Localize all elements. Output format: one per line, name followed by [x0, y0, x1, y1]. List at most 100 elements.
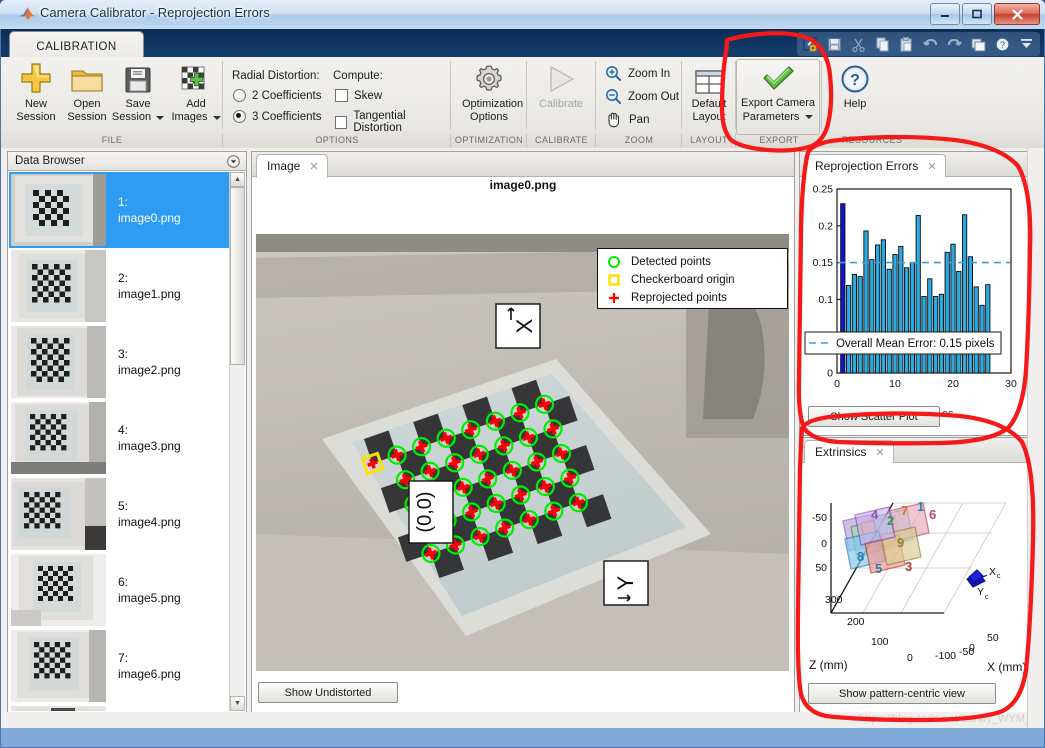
new-icon[interactable]: [799, 34, 822, 55]
optimization-options-button[interactable]: Optimization Options: [462, 59, 523, 124]
new-session-line2: Session: [16, 111, 56, 123]
save-icon[interactable]: [823, 34, 846, 55]
camera-y-label: Y: [977, 586, 984, 598]
window-icon[interactable]: [967, 34, 990, 55]
x-tick-label: 0: [834, 378, 840, 390]
radio-2-coefficients[interactable]: 2 Coefficients: [233, 89, 321, 102]
svg-text:X: X: [512, 318, 537, 333]
radial-distortion-label: Radial Distortion:: [232, 70, 320, 82]
list-item[interactable]: 2: image1.png: [9, 248, 245, 324]
list-item[interactable]: 4: image3.png: [9, 400, 245, 476]
ribbon-group-export: Export Camera Parameters: [736, 57, 822, 135]
tab-image[interactable]: Image ✕: [256, 154, 328, 178]
error-bar[interactable]: [944, 251, 950, 374]
reprojection-tabbar: Reprojection Errors ✕: [800, 152, 1030, 178]
list-item[interactable]: 7: image6.png: [9, 628, 245, 704]
scroll-down-button[interactable]: ▼: [230, 696, 245, 711]
help-icon[interactable]: ?: [991, 34, 1014, 55]
tab-extrinsics[interactable]: Extrinsics ✕: [804, 440, 894, 464]
error-bar[interactable]: [956, 270, 962, 374]
data-browser-list[interactable]: 1: image0.png 2: image1.png 3: image2.pn…: [9, 172, 245, 711]
collapse-ribbon-icon[interactable]: [1015, 34, 1038, 55]
z-tick: 100: [871, 636, 889, 648]
z-tick: 300: [825, 594, 843, 606]
show-undistorted-button[interactable]: Show Undistorted: [258, 682, 398, 703]
paste-icon[interactable]: [895, 34, 918, 55]
error-bar[interactable]: [851, 273, 857, 374]
image-legend: Detected points Checkerboard origin Repr…: [597, 248, 788, 309]
error-bar[interactable]: [892, 254, 898, 374]
error-bar[interactable]: [927, 278, 933, 374]
error-bar[interactable]: [886, 268, 892, 374]
error-bar[interactable]: [846, 284, 852, 374]
group-label-zoom: ZOOM: [596, 134, 682, 147]
zoom-in-icon: [606, 66, 622, 82]
image-title: image0.png: [489, 178, 557, 192]
thumbnail: [11, 402, 106, 474]
close-icon[interactable]: ✕: [875, 446, 884, 459]
list-item-name: image0.png: [118, 211, 181, 225]
chevron-down-icon[interactable]: [212, 115, 221, 120]
zoom-in-button[interactable]: Zoom In: [605, 65, 670, 82]
pan-button[interactable]: Pan: [605, 111, 649, 128]
y-tick: 50: [815, 562, 827, 574]
error-bar[interactable]: [909, 262, 915, 374]
error-bar[interactable]: [857, 276, 863, 374]
checkbox-skew[interactable]: Skew: [335, 89, 382, 102]
list-item[interactable]: [9, 704, 245, 711]
y-tick-label: 0.25: [813, 184, 834, 196]
error-bar[interactable]: [973, 286, 979, 374]
default-layout-button[interactable]: Default Layout: [682, 59, 736, 124]
add-images-button[interactable]: Add Images: [169, 59, 223, 124]
copy-icon[interactable]: [871, 34, 894, 55]
list-item-label: 1: image0.png: [118, 194, 181, 226]
error-bar[interactable]: [985, 284, 991, 374]
reprojection-errors-chart[interactable]: 00.050.10.150.20.25 0102030 Overall Mean…: [801, 177, 1029, 402]
new-session-button[interactable]: New Session: [9, 59, 63, 124]
data-browser-scrollbar[interactable]: ▲ ▼: [229, 172, 245, 711]
help-button[interactable]: ? Help: [828, 59, 882, 111]
show-scatter-plot-button[interactable]: Show Scatter Plot: [808, 406, 940, 427]
close-button[interactable]: [994, 3, 1040, 25]
export-camera-parameters-button[interactable]: Export Camera Parameters: [736, 59, 820, 135]
checkbox-tangential-label: Tangential Distortion: [353, 110, 406, 134]
extrinsics-3d-plot[interactable]: 4 2 7 1 6 8 5 3 9 X c Y c -50 0 50 300 2…: [801, 463, 1029, 678]
main-vertical-scrollbar[interactable]: [1027, 148, 1044, 728]
tab-reprojection-errors[interactable]: Reprojection Errors ✕: [804, 154, 946, 178]
thumbnail: [11, 174, 106, 246]
checkbox-tangential-distortion[interactable]: Tangential Distortion: [335, 110, 451, 134]
save-session-button[interactable]: Save Session: [111, 59, 165, 124]
scroll-up-button[interactable]: ▲: [230, 172, 245, 187]
list-item[interactable]: 6: image5.png: [9, 552, 245, 628]
redo-icon[interactable]: [943, 34, 966, 55]
chevron-down-icon[interactable]: [805, 115, 814, 119]
undo-icon[interactable]: [919, 34, 942, 55]
error-bar[interactable]: [967, 256, 973, 374]
zoom-out-button[interactable]: Zoom Out: [605, 88, 679, 105]
close-icon[interactable]: ✕: [309, 160, 318, 173]
ribbon-group-optimization: Optimization Options: [451, 57, 527, 134]
cut-icon[interactable]: [847, 34, 870, 55]
scrollbar-thumb[interactable]: [230, 187, 245, 365]
minimize-button[interactable]: [930, 3, 960, 25]
tab-extrinsics-label: Extrinsics: [815, 445, 867, 459]
close-icon[interactable]: ✕: [927, 160, 936, 173]
chevron-down-icon[interactable]: [156, 115, 165, 120]
list-item-index: 6:: [118, 575, 129, 589]
pan-label: Pan: [629, 113, 650, 126]
show-pattern-centric-view-button[interactable]: Show pattern-centric view: [808, 683, 996, 704]
maximize-button[interactable]: [962, 3, 992, 25]
list-item[interactable]: 1: image0.png: [9, 172, 245, 248]
svg-text:4: 4: [871, 507, 879, 522]
error-bar[interactable]: [869, 259, 875, 374]
radio-3-coefficients[interactable]: 3 Coefficients: [233, 110, 321, 123]
panel-menu-caret-icon[interactable]: [227, 155, 240, 168]
open-session-button[interactable]: Open Session: [60, 59, 114, 124]
list-item[interactable]: 5: image4.png: [9, 476, 245, 552]
list-item[interactable]: 3: image2.png: [9, 324, 245, 400]
calibrate-button[interactable]: Calibrate: [534, 59, 588, 111]
svg-text:(0,0): (0,0): [414, 491, 436, 532]
svg-text:5: 5: [875, 561, 882, 576]
new-session-line1: New: [24, 98, 47, 110]
error-bar[interactable]: [904, 267, 910, 374]
